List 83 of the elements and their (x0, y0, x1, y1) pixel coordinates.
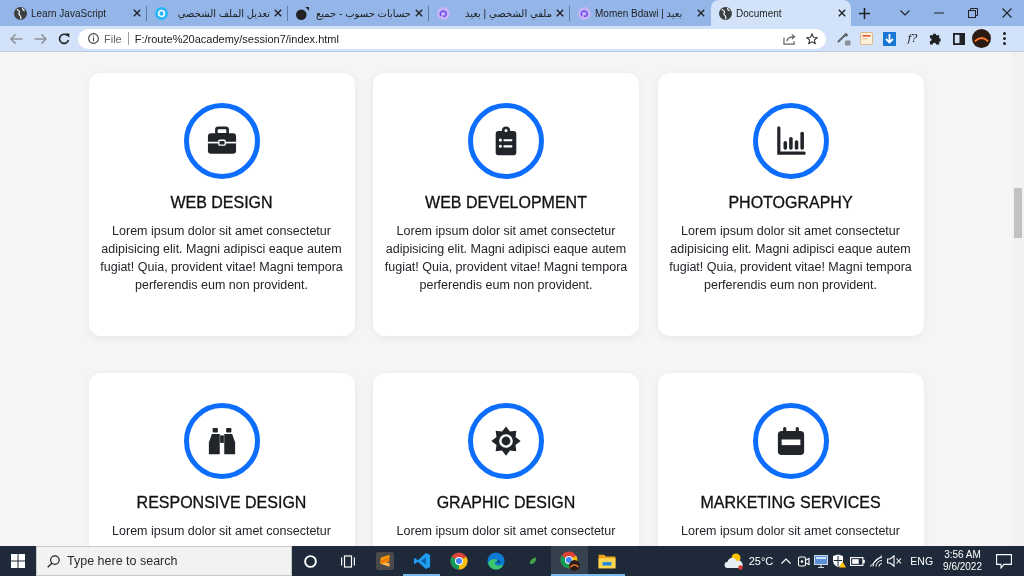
calendar-icon (752, 403, 829, 479)
note-icon[interactable] (860, 32, 873, 45)
windows-start-icon[interactable] (11, 554, 25, 568)
card-text: Lorem ipsum dolor sit amet consectetur (396, 523, 616, 540)
temperature-text[interactable]: 25°C (748, 555, 774, 567)
address-bar[interactable]: File F:/route%20academy/session7/index.html (78, 28, 826, 49)
search-field[interactable]: Type here to search (36, 546, 292, 576)
card-title: GRAPHIC DESIGN (436, 493, 576, 513)
eyedropper-icon[interactable] (836, 31, 851, 46)
scrollbar-thumb[interactable] (1014, 188, 1022, 238)
close-icon[interactable] (133, 9, 141, 17)
language-indicator[interactable]: ENG (910, 555, 934, 567)
close-icon[interactable] (1002, 8, 1012, 18)
browser-tab[interactable]: حسابات حسوب - جميع (288, 0, 428, 26)
taskbar-button[interactable] (551, 546, 588, 576)
more-icon[interactable] (1003, 32, 1006, 45)
url-text: F:/route%20academy/session7/index.html (134, 32, 339, 45)
puzzle-icon[interactable] (929, 32, 942, 45)
browser-icon (559, 551, 580, 571)
swirl-icon (437, 6, 450, 20)
browser-tab[interactable]: Learn JavaScript (6, 0, 146, 26)
mute-icon[interactable] (887, 555, 903, 567)
clock-date[interactable]: 9/6/2022 (943, 561, 982, 573)
search-icon (47, 555, 60, 568)
close-icon[interactable] (556, 9, 564, 17)
text-editor-icon (375, 552, 394, 570)
leaf-icon (528, 557, 537, 565)
folder-icon (597, 553, 616, 569)
card-title: WEB DESIGN (170, 193, 273, 213)
card-text: Lorem ipsum dolor sit amet consectetur adipisicing elit. Magni adipisci eaque autem fugiat! Quia, provident vitae! Magni tempora perferendis eum non provident. (668, 223, 913, 294)
code-editor-icon (412, 552, 431, 570)
weather-icon[interactable] (723, 552, 746, 570)
close-icon[interactable] (697, 9, 705, 17)
side-panel-icon[interactable] (952, 32, 965, 45)
monitor-icon[interactable] (814, 554, 829, 568)
reload-icon[interactable] (58, 32, 70, 45)
clock-time[interactable]: 3:56 AM (944, 549, 981, 561)
extension-button[interactable]: f? (907, 31, 918, 46)
binoculars-icon (183, 403, 260, 479)
scrollbar[interactable] (1012, 52, 1024, 546)
card-text: Lorem ipsum dolor sit amet consectetur adipisicing elit. Magni adipisci eaque autem fugiat! Quia, provident vitae! Magni tempora perferendis eum non provident. (383, 223, 629, 294)
briefcase-icon (183, 103, 260, 179)
browser-tab[interactable]: تعديل الملف الشخصي (147, 0, 287, 26)
swirl-icon (578, 6, 591, 20)
avatar-icon[interactable] (972, 29, 991, 48)
chevron-down-icon[interactable] (900, 10, 910, 16)
info-icon (88, 33, 99, 44)
card-text: Lorem ipsum dolor sit amet consectetur (681, 523, 900, 540)
browser-icon (449, 552, 468, 570)
card-text: Lorem ipsum dolor sit amet consectetur (112, 523, 331, 540)
plus-icon[interactable] (858, 7, 870, 19)
circle-icon[interactable] (304, 554, 317, 568)
dot-icon (296, 6, 309, 20)
battery-icon[interactable] (850, 556, 866, 566)
bar-chart-icon (752, 103, 829, 179)
close-icon[interactable] (415, 9, 423, 17)
browser-tab[interactable]: Document (711, 0, 851, 26)
card-text: Lorem ipsum dolor sit amet consectetur adipisicing elit. Magni adipisci eaque autem fugiat! Quia, provident vitae! Magni tempora perferendis eum non provident. (99, 223, 344, 294)
card-title: RESPONSIVE DESIGN (136, 493, 307, 513)
gear-icon (468, 403, 544, 479)
close-icon[interactable] (274, 9, 282, 17)
globe-icon (719, 6, 732, 20)
ring-icon (155, 6, 168, 20)
star-icon[interactable] (806, 32, 818, 45)
camera-icon[interactable] (797, 554, 811, 568)
browser-tab[interactable]: ملفي الشخصي | بعيد (429, 0, 569, 26)
wifi-icon[interactable] (869, 555, 884, 567)
notification-icon[interactable] (996, 553, 1012, 569)
browser-tab[interactable]: Momen Bdawi | بعيد (570, 0, 710, 26)
card-title: PHOTOGRAPHY (728, 193, 853, 213)
download-icon[interactable] (883, 31, 896, 46)
caret-up-icon[interactable] (781, 558, 792, 564)
close-icon[interactable] (838, 9, 846, 17)
browser-icon (486, 552, 505, 570)
site-info-button[interactable]: File (88, 32, 122, 45)
clipboard-list-icon (468, 103, 544, 179)
card-title: WEB DEVELOPMENT (425, 193, 587, 213)
share-icon[interactable] (783, 32, 796, 45)
shield-icon[interactable] (832, 554, 847, 568)
card-title: MARKETING SERVICES (700, 493, 881, 513)
restore-icon[interactable] (968, 8, 978, 18)
globe-icon (14, 6, 27, 20)
task-view-icon[interactable] (340, 554, 355, 568)
